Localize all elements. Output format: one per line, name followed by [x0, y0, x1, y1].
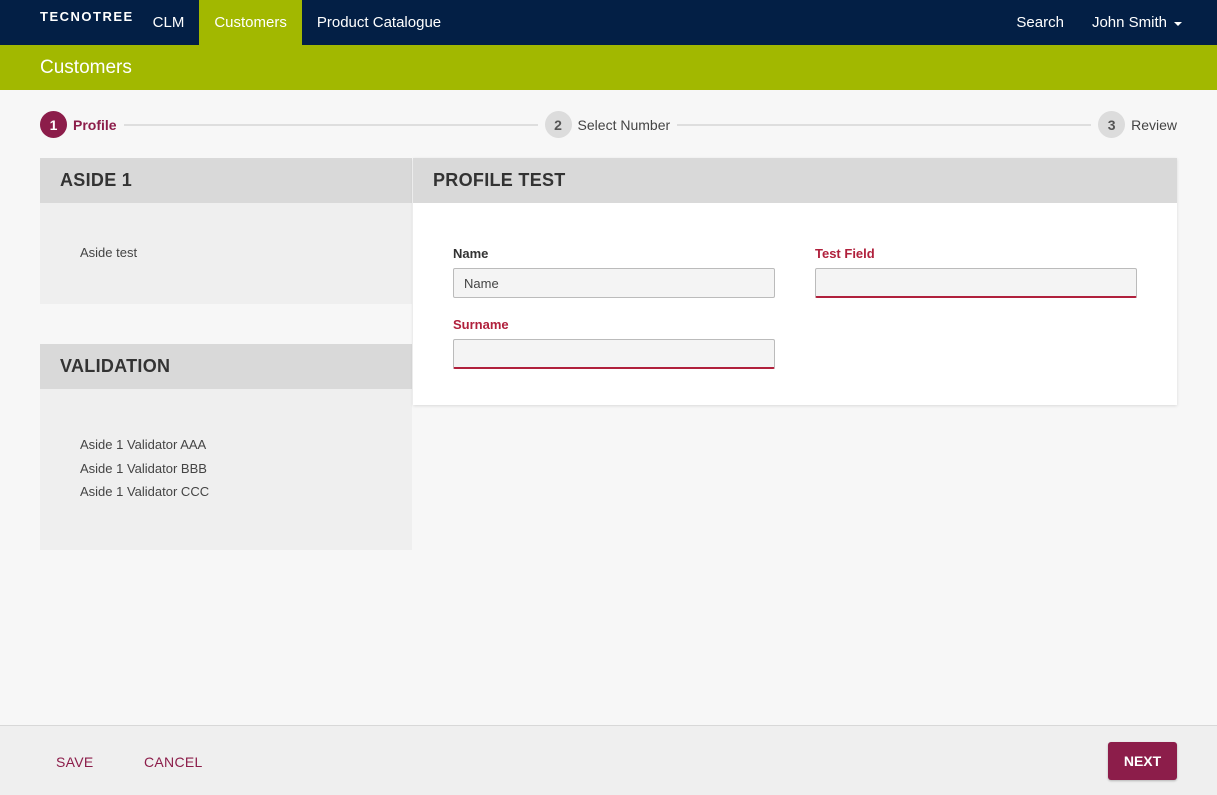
validation-title: VALIDATION: [40, 344, 412, 389]
brand-logo[interactable]: TECNOTREE: [40, 9, 134, 24]
nav-search-link[interactable]: Search: [1002, 0, 1078, 45]
step-connector: [677, 123, 1092, 126]
test-field-group: Test Field: [815, 246, 1137, 298]
step-profile[interactable]: 1 Profile: [40, 111, 117, 138]
validator-item: Aside 1 Validator AAA: [80, 437, 207, 452]
save-button[interactable]: SAVE: [56, 754, 94, 770]
validator-item: Aside 1 Validator BBB: [80, 460, 207, 476]
name-field-group: Name: [453, 246, 775, 298]
profile-title: PROFILE TEST: [413, 158, 1177, 203]
surname-label: Surname: [453, 317, 509, 332]
nav-link-customers[interactable]: Customers: [199, 0, 302, 45]
aside-1-panel: ASIDE 1 Aside test: [40, 158, 412, 304]
footer-action-bar: SAVE CANCEL NEXT: [0, 725, 1217, 795]
aside-1-title: ASIDE 1: [40, 158, 412, 203]
wizard-stepper: 1 Profile 2 Select Number 3 Review: [40, 111, 1177, 138]
surname-input[interactable]: [453, 339, 775, 369]
step-number-3: 3: [1098, 111, 1126, 138]
top-navigation: TECNOTREE CLM Customers Product Catalogu…: [0, 0, 1217, 45]
step-number-1: 1: [40, 111, 67, 138]
aside-1-text: Aside test: [80, 245, 138, 260]
cancel-button[interactable]: CANCEL: [144, 754, 203, 770]
validator-list: Aside 1 Validator AAA Aside 1 Validator …: [40, 437, 412, 508]
page-header-bar: Customers: [0, 45, 1217, 90]
step-label-select-number: Select Number: [577, 116, 671, 133]
page-title: Customers: [40, 56, 132, 78]
step-review[interactable]: 3 Review: [1098, 111, 1177, 138]
profile-panel: PROFILE TEST Name Test Field Surname: [413, 158, 1177, 405]
step-label-profile: Profile: [73, 116, 117, 133]
step-connector: [123, 123, 538, 126]
test-field-label: Test Field: [815, 246, 875, 261]
step-number-2: 2: [544, 111, 572, 138]
name-input[interactable]: [453, 268, 775, 298]
step-select-number[interactable]: 2 Select Number: [544, 111, 671, 138]
user-name: John Smith: [1091, 14, 1167, 31]
nav-link-clm[interactable]: CLM: [138, 0, 200, 45]
surname-field-group: Surname: [453, 317, 775, 369]
next-button[interactable]: NEXT: [1108, 742, 1177, 780]
test-field-input[interactable]: [815, 268, 1137, 298]
nav-link-product-catalogue[interactable]: Product Catalogue: [302, 0, 456, 45]
step-label-review: Review: [1131, 116, 1178, 133]
validator-item: Aside 1 Validator CCC: [80, 484, 210, 499]
validation-panel: VALIDATION Aside 1 Validator AAA Aside 1…: [40, 344, 412, 550]
name-label: Name: [453, 246, 489, 261]
caret-down-icon: [1174, 21, 1182, 26]
user-menu[interactable]: John Smith: [1078, 0, 1217, 45]
nav-right-group: Search John Smith: [1002, 0, 1217, 45]
